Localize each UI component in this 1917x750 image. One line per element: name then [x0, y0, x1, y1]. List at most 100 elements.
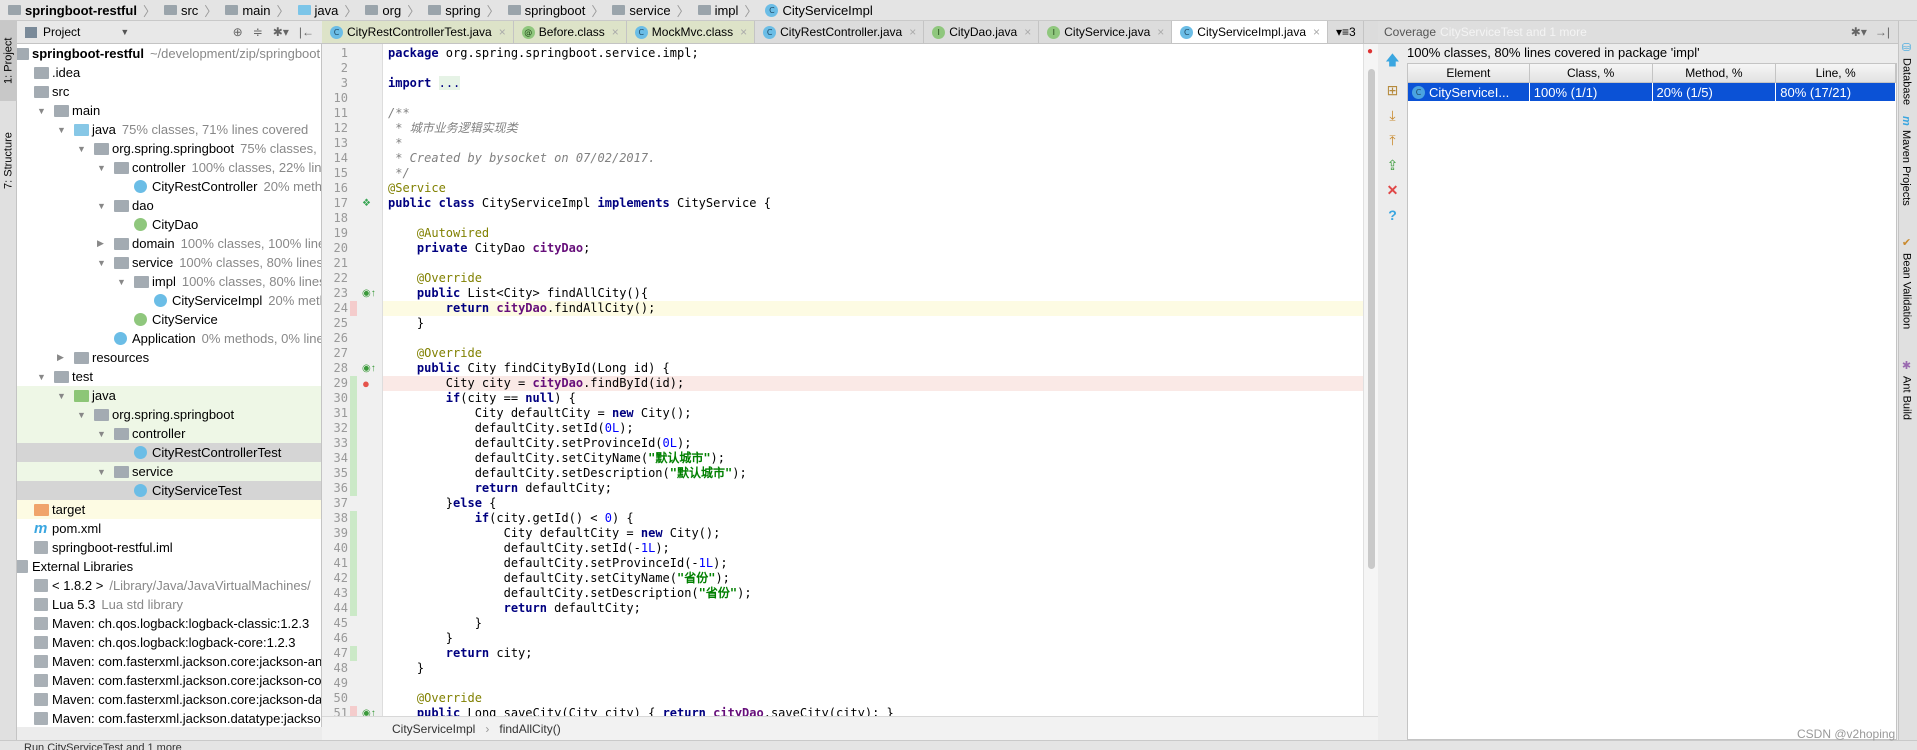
coverage-marker[interactable]	[350, 601, 357, 616]
column-method[interactable]: Method, %	[1653, 64, 1777, 82]
breadcrumb-item[interactable]: main 〉	[221, 0, 293, 21]
close-tab-icon[interactable]: ×	[499, 25, 506, 39]
expand-arrow-icon[interactable]: ▼	[77, 144, 87, 154]
coverage-marker[interactable]	[350, 556, 357, 571]
tree-item[interactable]: ▼ service 100% classes, 80% lines	[17, 253, 321, 272]
up-arrow-icon[interactable]: 🡅	[1385, 50, 1399, 74]
coverage-marker[interactable]	[350, 451, 357, 466]
editor-tab[interactable]: C CityServiceImpl.java ×	[1172, 21, 1329, 43]
gear-icon[interactable]: ✱▾	[273, 25, 289, 39]
tree-item[interactable]: Maven: com.fasterxml.jackson.datatype:ja…	[17, 709, 321, 727]
breadcrumb-item[interactable]: springboot-restful 〉	[4, 0, 160, 21]
tree-item[interactable]: ▼ controller	[17, 424, 321, 443]
tree-item[interactable]: ▶ resources	[17, 348, 321, 367]
editor-tab[interactable]: C CityRestController.java ×	[755, 21, 925, 43]
tree-item[interactable]: ▼ test	[17, 367, 321, 386]
tree-item[interactable]: src	[17, 82, 321, 101]
column-element[interactable]: Element	[1408, 64, 1530, 82]
tree-item[interactable]: ▼ dao	[17, 196, 321, 215]
tree-item[interactable]: ▶ domain 100% classes, 100% lines	[17, 234, 321, 253]
table-row[interactable]: C CityServiceI... 100% (1/1) 20% (1/5) 80…	[1408, 83, 1896, 101]
tree-item[interactable]: CityServiceTest	[17, 481, 321, 500]
tree-item[interactable]: ▼ controller 100% classes, 22% lines cover…	[17, 158, 321, 177]
tree-item[interactable]: Maven: com.fasterxml.jackson.core:jackso…	[17, 671, 321, 690]
help-icon[interactable]: ?	[1388, 207, 1397, 223]
tree-item[interactable]: m pom.xml	[17, 519, 321, 538]
collapse-all-icon[interactable]: ≑	[253, 25, 263, 39]
scrollbar-thumb[interactable]	[1368, 69, 1375, 569]
expand-arrow-icon[interactable]: ▼	[77, 410, 87, 420]
tree-item[interactable]: ▼ impl 100% classes, 80% lines	[17, 272, 321, 291]
error-indicator-icon[interactable]: ●	[1367, 46, 1373, 57]
tree-item[interactable]: Lua 5.3 Lua std library	[17, 595, 321, 614]
breadcrumb-item[interactable]: spring 〉	[424, 0, 503, 21]
expand-arrow-icon[interactable]: ▼	[117, 277, 127, 287]
hide-panel-icon[interactable]: |←	[299, 25, 314, 39]
gear-icon[interactable]: ✱▾	[1851, 25, 1867, 39]
tree-item[interactable]: CityRestControllerTest	[17, 443, 321, 462]
editor-gutter[interactable]: 1 2 3 10 11 12 13 14 15 16 17 ❖ 18 19 20 21 22 23 ◉↑ 24 25 26…	[322, 44, 383, 727]
tree-item[interactable]: Maven: com.fasterxml.jackson.core:jackso…	[17, 690, 321, 709]
tree-item[interactable]: .idea	[17, 63, 321, 82]
collapse-arrow-icon[interactable]: ▶	[97, 238, 107, 249]
tree-item[interactable]: CityRestController 20% methods	[17, 177, 321, 196]
tree-item[interactable]: Maven: com.fasterxml.jackson.core:jackso…	[17, 652, 321, 671]
export-icon[interactable]: ⤒	[1389, 132, 1395, 149]
coverage-marker[interactable]	[350, 391, 357, 406]
coverage-marker[interactable]	[350, 646, 357, 661]
breadcrumb-item[interactable]: springboot 〉	[504, 0, 609, 21]
editor-tab[interactable]: I CityService.java ×	[1039, 21, 1173, 43]
tree-item[interactable]: ▼ org.spring.springboot	[17, 405, 321, 424]
close-tab-icon[interactable]: ×	[740, 25, 747, 39]
editor-tab[interactable]: C MockMvc.class ×	[626, 21, 756, 43]
editor-tab[interactable]: I CityDao.java ×	[924, 21, 1040, 43]
tree-item[interactable]: ▼ main	[17, 101, 321, 120]
structure-tool-tab[interactable]: 7: Structure	[0, 116, 17, 206]
tree-item[interactable]: ▼ service	[17, 462, 321, 481]
column-class[interactable]: Class, %	[1530, 64, 1653, 82]
column-line[interactable]: Line, %	[1776, 64, 1896, 82]
breadcrumb-item[interactable]: java 〉	[294, 0, 362, 21]
editor-tab[interactable]: C CityRestControllerTest.java ×	[322, 21, 514, 43]
editor-tab[interactable]: @ Before.class ×	[513, 21, 627, 43]
close-tab-icon[interactable]: ×	[909, 25, 916, 39]
code-editor[interactable]: package org.spring.springboot.service.im…	[383, 44, 1363, 727]
close-tab-icon[interactable]: ×	[1313, 25, 1320, 39]
run-tool-bar[interactable]: Run CityServiceTest and 1 more	[0, 740, 1917, 750]
breadcrumb-item[interactable]: service 〉	[608, 0, 693, 21]
flatten-packages-icon[interactable]: ⊞	[1387, 82, 1399, 99]
close-tab-icon[interactable]: ×	[612, 25, 619, 39]
close-tab-icon[interactable]: ×	[1157, 25, 1164, 39]
tree-item[interactable]: ▼ java 75% classes, 71% lines covered	[17, 120, 321, 139]
project-view-selector[interactable]: Project	[43, 25, 80, 39]
tree-item[interactable]: Maven: ch.qos.logback:logback-classic:1.…	[17, 614, 321, 633]
coverage-marker[interactable]	[350, 436, 357, 451]
breakpoint-icon[interactable]: ●	[362, 376, 370, 391]
close-tab-icon[interactable]: ×	[1024, 25, 1031, 39]
tree-item[interactable]: ▼ java	[17, 386, 321, 405]
spring-bean-icon[interactable]: ❖	[362, 196, 371, 211]
expand-arrow-icon[interactable]: ▼	[97, 258, 107, 268]
coverage-marker[interactable]	[350, 586, 357, 601]
breadcrumb-item[interactable]: org 〉	[361, 0, 424, 21]
tree-item[interactable]: CityDao	[17, 215, 321, 234]
breadcrumb-item[interactable]: impl 〉	[694, 0, 762, 21]
tree-item[interactable]: CityService	[17, 310, 321, 329]
tree-item[interactable]: springboot-restful.iml	[17, 538, 321, 557]
tree-item[interactable]: Application 0% methods, 0% lines	[17, 329, 321, 348]
tree-item[interactable]: ▼External Libraries	[17, 557, 321, 576]
tab-overflow-button[interactable]: ▾≡3	[1328, 21, 1364, 43]
coverage-marker[interactable]	[350, 466, 357, 481]
generate-report-icon[interactable]: ⇪	[1387, 157, 1399, 174]
locate-icon[interactable]: ⊕	[233, 25, 243, 39]
expand-arrow-icon[interactable]: ▼	[97, 163, 107, 173]
ant-build-tool-tab[interactable]: ✱ Ant Build	[1900, 359, 1913, 420]
breadcrumb-item[interactable]: src 〉	[160, 0, 221, 21]
hide-panel-icon[interactable]: →|	[1875, 25, 1890, 39]
implements-method-icon[interactable]: ◉↑	[362, 361, 376, 376]
close-icon[interactable]: ✕	[1387, 182, 1399, 199]
coverage-marker[interactable]	[350, 541, 357, 556]
expand-arrow-icon[interactable]: ▼	[97, 467, 107, 477]
breadcrumb-method[interactable]: findAllCity()	[499, 722, 560, 736]
import-icon[interactable]: ⤓	[1389, 107, 1395, 124]
